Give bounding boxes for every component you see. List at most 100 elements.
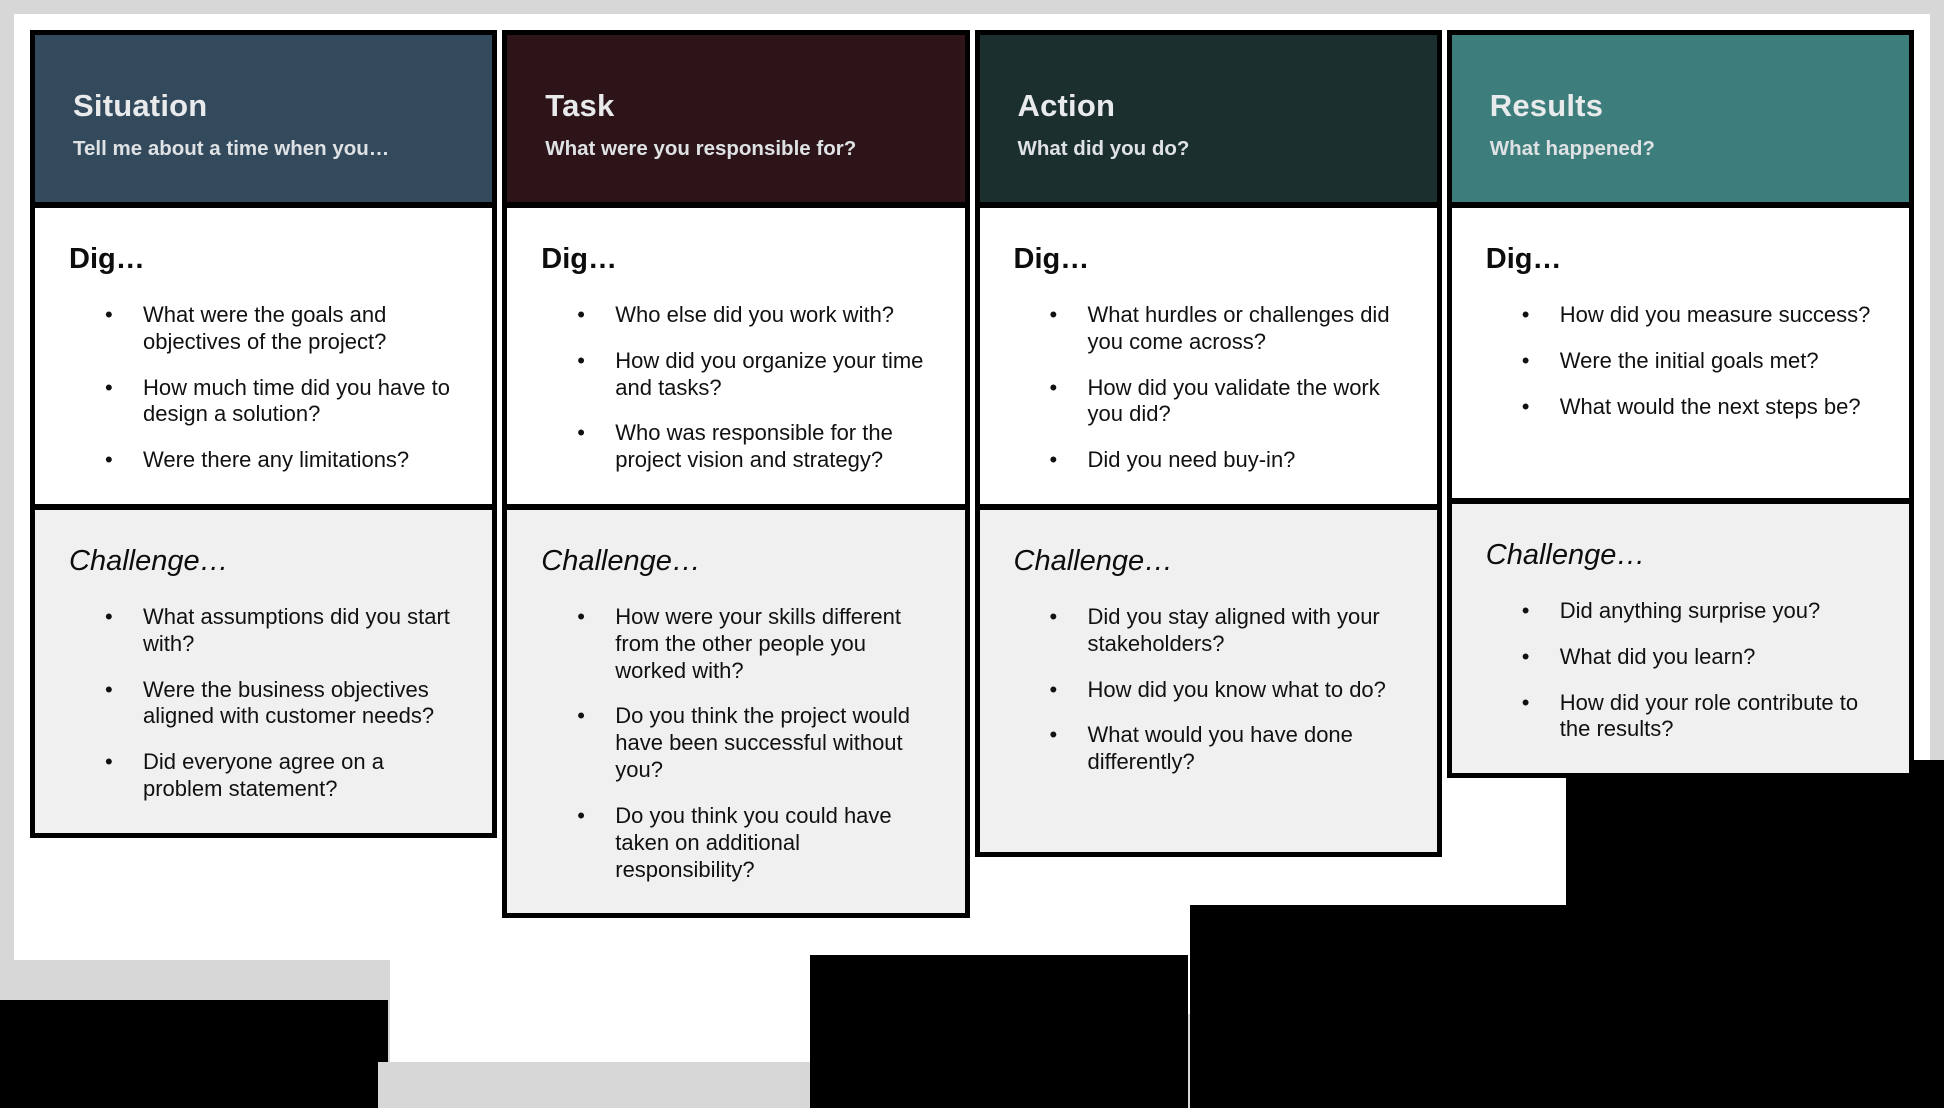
column-subtitle: What did you do? <box>1017 137 1190 161</box>
list-item: • How did your role contribute to the res… <box>1486 690 1875 744</box>
dig-heading: Dig… <box>1013 243 1090 275</box>
question-text: How did you know what to do? <box>1087 676 1386 702</box>
list-item: • How did you know what to do? <box>1014 677 1403 704</box>
column-results: Results What happened? Dig… • How did you… <box>1446 30 1914 779</box>
dig-section-action: Dig… • What hurdles or challenges did you… <box>979 202 1437 505</box>
list-item: • How much time did you have to design a … <box>69 375 458 429</box>
dig-question-list: • What hurdles or challenges did you come… <box>1014 302 1403 474</box>
question-text: What hurdles or challenges did you come … <box>1087 301 1390 354</box>
bullet-icon: • <box>1521 643 1530 669</box>
column-header-results: Results What happened? <box>1451 35 1909 202</box>
dig-heading: Dig… <box>69 243 145 275</box>
question-text: Did everyone agree on a problem statemen… <box>143 749 384 802</box>
column-header-situation: Situation Tell me about a time when you… <box>35 35 493 202</box>
bullet-icon: • <box>577 420 585 446</box>
list-item: • Did anything surprise you? <box>1486 598 1875 625</box>
challenge-section-task: Challenge… • How were your skills differe… <box>507 504 965 914</box>
bullet-icon: • <box>1521 393 1530 419</box>
bullet-icon: • <box>1521 689 1530 715</box>
question-text: How were your skills different from the … <box>615 603 901 683</box>
bullet-icon: • <box>1521 301 1530 327</box>
question-text: Who was responsible for the project visi… <box>615 420 893 473</box>
star-framework-board: Situation Tell me about a time when you…… <box>30 30 1914 919</box>
list-item: • Were the initial goals met? <box>1486 348 1875 375</box>
bullet-icon: • <box>1049 301 1058 327</box>
column-situation: Situation Tell me about a time when you…… <box>30 30 498 838</box>
list-item: • Who was responsible for the project vis… <box>541 420 930 474</box>
list-item: • Who else did you work with? <box>541 302 930 329</box>
list-item: • What would the next steps be? <box>1486 394 1875 421</box>
column-header-task: Task What were you responsible for? <box>507 35 965 202</box>
bullet-icon: • <box>105 676 113 702</box>
column-title: Results <box>1489 88 1604 123</box>
challenge-section-situation: Challenge… • What assumptions did you sta… <box>35 504 493 833</box>
challenge-section-results: Challenge… • Did anything surprise you? •… <box>1451 498 1909 774</box>
bullet-icon: • <box>1049 374 1058 400</box>
column-header-action: Action What did you do? <box>979 35 1437 202</box>
list-item: • Were there any limitations? <box>69 447 458 474</box>
list-item: • Did everyone agree on a problem stateme… <box>69 749 458 803</box>
question-text: Do you think you could have taken on add… <box>615 802 892 882</box>
question-text: What would you have done differently? <box>1087 722 1353 775</box>
column-subtitle: What were you responsible for? <box>545 137 857 161</box>
list-item: • How did you organize your time and task… <box>541 348 930 402</box>
bullet-icon: • <box>1049 603 1058 629</box>
question-text: How did your role contribute to the resu… <box>1559 689 1859 742</box>
list-item: • Did you need buy-in? <box>1014 447 1403 474</box>
question-text: Did you need buy-in? <box>1087 447 1296 473</box>
challenge-section-action: Challenge… • Did you stay aligned with yo… <box>979 504 1437 853</box>
list-item: • Were the business objectives aligned wi… <box>69 677 458 731</box>
challenge-question-list: • Did you stay aligned with your stakehol… <box>1014 604 1403 776</box>
question-text: Do you think the project would have been… <box>615 703 910 783</box>
dig-section-situation: Dig… • What were the goals and objectives… <box>35 202 493 505</box>
bullet-icon: • <box>577 703 585 729</box>
black-block-bottom-left <box>0 1000 388 1108</box>
bullet-icon: • <box>105 374 113 400</box>
gray-notch-task <box>378 1062 810 1108</box>
black-block-bottom-mid <box>810 955 1188 1108</box>
column-subtitle: Tell me about a time when you… <box>73 137 390 161</box>
question-text: Were the initial goals met? <box>1559 347 1819 373</box>
bullet-icon: • <box>577 603 585 629</box>
question-text: Were the business objectives aligned wit… <box>143 676 435 729</box>
list-item: • How did you measure success? <box>1486 302 1875 329</box>
question-text: What assumptions did you start with? <box>143 603 450 656</box>
bullet-icon: • <box>105 447 113 473</box>
list-item: • What would you have done differently? <box>1014 722 1403 776</box>
bullet-icon: • <box>577 301 585 327</box>
challenge-heading: Challenge… <box>541 545 701 578</box>
list-item: • Do you think you could have taken on ad… <box>541 803 930 883</box>
dig-question-list: • Who else did you work with? • How did yo… <box>541 302 930 474</box>
column-title: Situation <box>73 88 208 123</box>
dig-section-task: Dig… • Who else did you work with? • How d… <box>507 202 965 505</box>
challenge-heading: Challenge… <box>1485 539 1646 571</box>
question-text: How did you validate the work you did? <box>1087 374 1380 427</box>
question-text: Were there any limitations? <box>143 447 410 473</box>
list-item: • What were the goals and objectives of t… <box>69 302 458 356</box>
bullet-icon: • <box>105 301 113 327</box>
challenge-heading: Challenge… <box>69 545 229 578</box>
dig-section-results: Dig… • How did you measure success? • Were… <box>1451 202 1909 498</box>
list-item: • What hurdles or challenges did you come… <box>1014 302 1403 356</box>
list-item: • How were your skills different from the… <box>541 604 930 684</box>
bullet-icon: • <box>577 802 585 828</box>
dig-question-list: • How did you measure success? • Were the … <box>1486 302 1875 420</box>
column-task: Task What were you responsible for? Dig…… <box>502 30 970 919</box>
bullet-icon: • <box>1521 597 1530 623</box>
bullet-icon: • <box>105 603 113 629</box>
question-text: What were the goals and objectives of th… <box>143 301 387 354</box>
list-item: • What did you learn? <box>1486 644 1875 671</box>
challenge-heading: Challenge… <box>1013 545 1174 578</box>
bullet-icon: • <box>1521 347 1530 373</box>
bullet-icon: • <box>105 749 113 775</box>
question-text: Who else did you work with? <box>615 301 895 327</box>
bullet-icon: • <box>1049 722 1058 748</box>
question-text: What would the next steps be? <box>1559 393 1861 419</box>
column-title: Action <box>1017 88 1116 123</box>
question-text: What did you learn? <box>1559 643 1756 669</box>
bullet-icon: • <box>1049 447 1058 473</box>
bullet-icon: • <box>1049 676 1058 702</box>
challenge-question-list: • Did anything surprise you? • What did yo… <box>1486 598 1875 743</box>
dig-question-list: • What were the goals and objectives of t… <box>69 302 458 474</box>
dig-heading: Dig… <box>541 243 617 275</box>
